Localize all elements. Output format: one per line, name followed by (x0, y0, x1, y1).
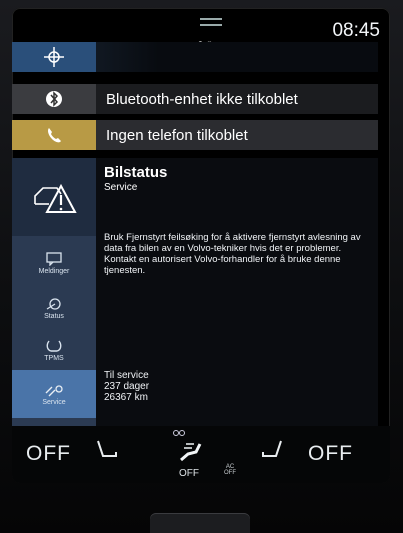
sidebar-item-label: Meldinger (38, 267, 70, 275)
ac-status: OFF (224, 470, 236, 476)
car-status-header: Bilstatus Service (104, 164, 374, 193)
climate-bar: OFF OFF AC OFF OFF (12, 426, 390, 483)
top-drawer-handle[interactable] (200, 18, 222, 26)
sidebar-item-status[interactable]: Status (12, 286, 96, 330)
phone-status: Ingen telefon tilkoblet (106, 126, 248, 144)
bluetooth-tile[interactable]: Bluetooth-enhet ikke tilkoblet (12, 84, 378, 114)
sidebar-item-label: Status (44, 312, 64, 320)
navigation-tile[interactable] (12, 42, 378, 72)
messages-icon (46, 251, 62, 266)
service-distance: 26367 km (104, 392, 148, 403)
panel-title: Bilstatus (104, 164, 168, 181)
clock: 08:45 (332, 20, 380, 41)
sidebar-item-label: Service (42, 398, 66, 406)
sidebar-item-label: TPMS (44, 354, 64, 362)
passenger-temperature[interactable]: OFF (308, 442, 353, 466)
panel-subtitle: Service (104, 182, 138, 193)
navigation-compass-icon (12, 42, 96, 72)
fan-status: OFF (179, 468, 199, 479)
sidebar-item-service[interactable]: Service (12, 370, 96, 418)
phone-tile[interactable]: Ingen telefon tilkoblet (12, 120, 378, 150)
phone-icon (12, 120, 96, 150)
service-label: Til service (104, 370, 149, 381)
status-icon (46, 297, 61, 310)
tpms-icon (46, 340, 62, 352)
ac-button[interactable]: AC OFF (224, 464, 236, 476)
car-warning-icon[interactable] (12, 158, 96, 236)
car-status-panel: Meldinger Status TPMS Service Bilstatus … (12, 158, 378, 426)
airflow-seat-icon[interactable] (178, 440, 204, 469)
sidebar-item-tpms[interactable]: TPMS (12, 330, 96, 370)
service-days: 237 dager (104, 381, 150, 392)
bluetooth-status: Bluetooth-enhet ikke tilkoblet (106, 90, 298, 108)
bluetooth-icon (12, 84, 96, 114)
service-info: Til service 237 dager 26367 km (104, 370, 149, 403)
car-status-sidebar: Meldinger Status TPMS Service (12, 158, 96, 426)
driver-temperature[interactable]: OFF (26, 442, 71, 466)
service-icon (45, 384, 63, 396)
touchscreen: ● ○ 08:45 Bluetooth-enhet ikke tilkoblet (12, 8, 390, 483)
driver-seat-heat-icon[interactable] (94, 438, 120, 467)
service-description: Bruk Fjernstyrt feilsøking for å aktiver… (104, 232, 361, 276)
home-button[interactable] (150, 513, 250, 533)
sidebar-item-messages[interactable]: Meldinger (12, 240, 96, 286)
passenger-seat-heat-icon[interactable] (259, 438, 285, 467)
